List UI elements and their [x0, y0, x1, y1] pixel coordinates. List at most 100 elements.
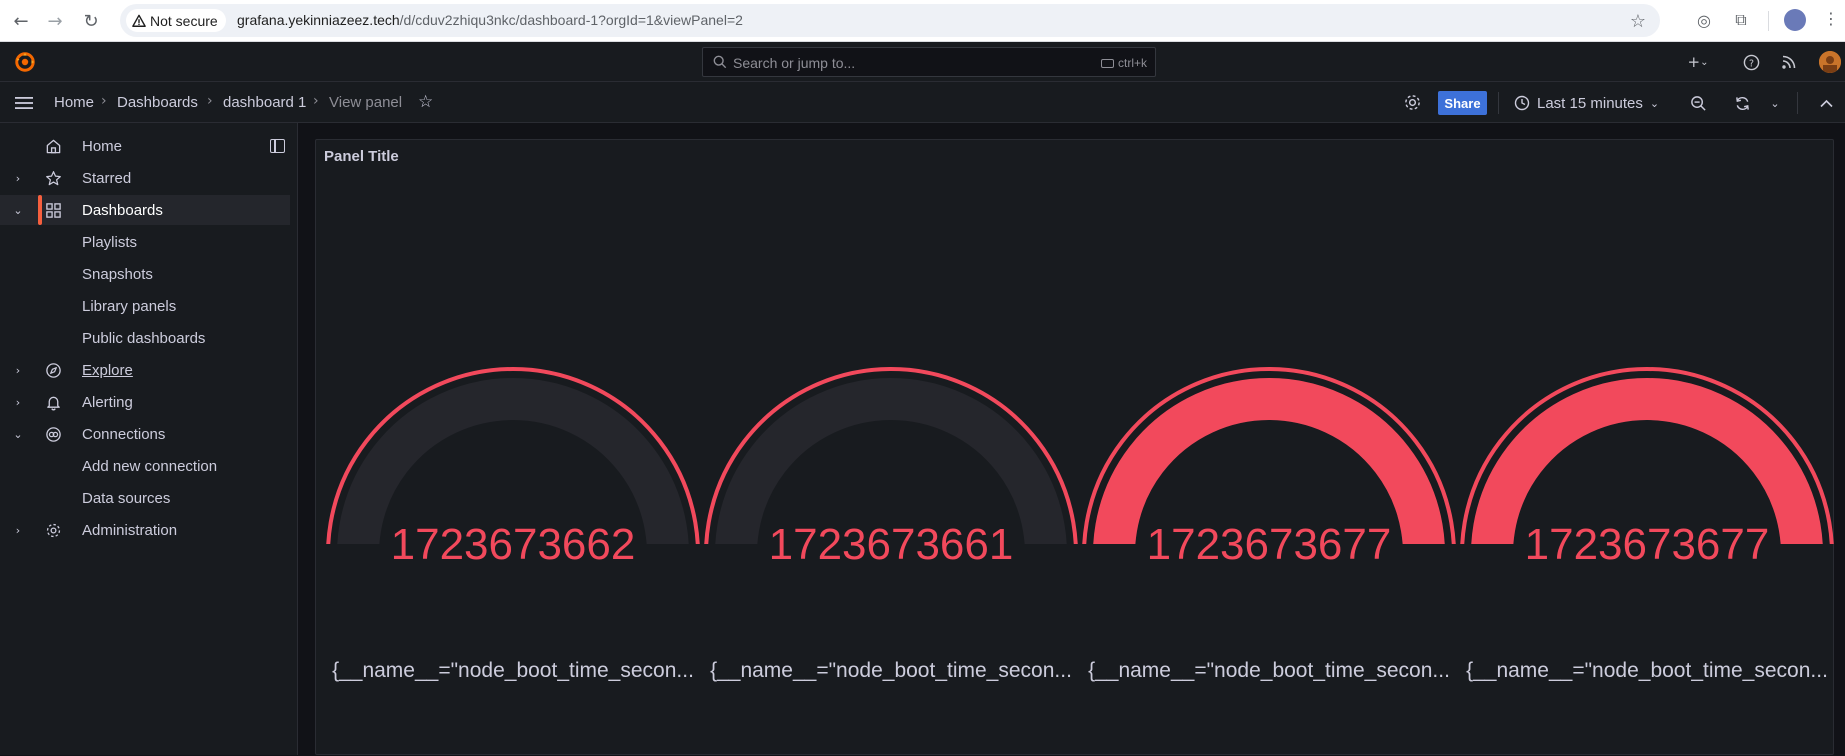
- search-shortcut: ctrl+k: [1100, 56, 1147, 70]
- sidebar-item-add-new-connection[interactable]: Add new connection: [0, 451, 290, 481]
- bookmark-star-icon[interactable]: ☆: [1630, 11, 1646, 32]
- gauge: 1723673677 {__name__="node_boot_time_sec…: [1458, 140, 1836, 756]
- gauge-arc: [326, 367, 700, 544]
- sidebar-item-label: Playlists: [82, 233, 138, 251]
- gauge-value: 1723673662: [390, 520, 636, 569]
- compass-icon: [46, 362, 61, 378]
- sidebar-item-label: Public dashboards: [82, 329, 206, 347]
- sidebar-item-playlists[interactable]: Playlists: [0, 227, 290, 257]
- browser-menu-icon[interactable]: ⋮: [1823, 9, 1839, 28]
- sidebar-item-alerting[interactable]: › Alerting: [0, 387, 290, 417]
- connections-icon: [46, 426, 61, 442]
- sidebar-item-label: Data sources: [82, 489, 171, 507]
- refresh-interval-chevron-icon[interactable]: ⌄: [1767, 93, 1783, 113]
- breadcrumb-current: View panel: [329, 94, 403, 111]
- refresh-icon[interactable]: [1732, 93, 1752, 113]
- gauge: 1723673677 {__name__="node_boot_time_sec…: [1080, 140, 1458, 756]
- bell-icon: [47, 396, 60, 410]
- sidebar-item-snapshots[interactable]: Snapshots: [0, 259, 290, 289]
- dashboard-settings-gear-icon[interactable]: [1403, 93, 1422, 112]
- sidebar-item-label: Dashboards: [82, 201, 163, 219]
- zoom-out-icon[interactable]: [1688, 93, 1708, 113]
- url-text[interactable]: grafana.yekinniazeez.tech/d/cduv2zhiqu3n…: [237, 12, 743, 28]
- url-host: grafana.yekinniazeez.tech: [237, 12, 400, 28]
- sidebar-item-label: Snapshots: [82, 265, 153, 283]
- panel: Panel Title 1723673662 {__name__="node_b…: [315, 139, 1834, 755]
- divider: [1797, 92, 1798, 114]
- reload-icon[interactable]: ↻: [78, 8, 104, 34]
- sidebar-nav: Home › Starred ⌄ Dashboards Playlists Sn…: [0, 123, 298, 755]
- search-input[interactable]: Search or jump to... ctrl+k: [702, 47, 1156, 77]
- user-avatar[interactable]: [1819, 51, 1841, 73]
- chevron-right-icon: ›: [207, 93, 213, 109]
- security-label: Not secure: [150, 12, 218, 29]
- chevron-down-icon[interactable]: ⌄: [12, 204, 24, 217]
- gear-icon: [46, 523, 61, 537]
- home-icon: [46, 139, 61, 153]
- browser-toolbar: ← → ↻ Not secure grafana.yekinniazeez.te…: [0, 0, 1845, 42]
- star-icon: [46, 170, 61, 185]
- breadcrumb-dashboards[interactable]: Dashboards: [117, 94, 198, 111]
- share-button[interactable]: Share: [1438, 91, 1487, 115]
- chevron-right-icon: ›: [313, 93, 319, 109]
- sidebar-item-label: Add new connection: [82, 457, 218, 475]
- collapse-chevron-up-icon[interactable]: [1817, 93, 1835, 113]
- sidebar-item-label: Administration: [82, 521, 178, 539]
- sidebar-item-label: Explore: [82, 361, 133, 379]
- sidebar-item-label: Home: [82, 137, 123, 155]
- back-icon[interactable]: ←: [8, 8, 34, 34]
- dashboards-grid-icon: [46, 202, 61, 218]
- security-indicator[interactable]: Not secure: [126, 9, 226, 32]
- forward-icon[interactable]: →: [42, 8, 68, 34]
- grafana-topbar: Search or jump to... ctrl+k + ⌄ ?: [0, 42, 1845, 82]
- chevron-right-icon[interactable]: ›: [12, 364, 24, 377]
- breadcrumb-dashboard[interactable]: dashboard 1: [223, 94, 306, 111]
- clock-icon: [1514, 95, 1530, 111]
- shortcut-label: ctrl+k: [1117, 56, 1147, 70]
- gauge-value: 1723673677: [1524, 520, 1770, 569]
- time-range-picker[interactable]: Last 15 minutes ⌄: [1514, 91, 1659, 115]
- keyboard-icon: [1100, 58, 1114, 68]
- sidebar-item-label: Connections: [82, 425, 166, 443]
- gauge: 1723673661 {__name__="node_boot_time_sec…: [702, 140, 1080, 756]
- url-path: /d/cduv2zhiqu3nkc/dashboard-1?orgId=1&vi…: [399, 12, 743, 28]
- help-icon[interactable]: ?: [1741, 52, 1761, 72]
- sidebar-item-label: Starred: [82, 169, 132, 187]
- sidebar-item-connections[interactable]: ⌄ Connections: [0, 419, 290, 449]
- address-bar[interactable]: Not secure grafana.yekinniazeez.tech/d/c…: [120, 4, 1660, 37]
- gauge: 1723673662 {__name__="node_boot_time_sec…: [324, 140, 702, 756]
- grafana-logo-icon[interactable]: [14, 51, 36, 73]
- breadcrumb-home[interactable]: Home: [54, 94, 94, 111]
- sidebar-item-administration[interactable]: › Administration: [0, 515, 290, 545]
- sidebar-item-dashboards[interactable]: ⌄ Dashboards: [0, 195, 290, 225]
- sidebar-item-data-sources[interactable]: Data sources: [0, 483, 290, 513]
- gauge-value: 1723673677: [1146, 520, 1392, 569]
- chevron-down-icon[interactable]: ⌄: [12, 428, 24, 441]
- search-icon: [713, 55, 727, 69]
- sidebar-item-starred[interactable]: › Starred: [0, 163, 290, 193]
- news-rss-icon[interactable]: [1779, 52, 1799, 72]
- hamburger-menu-icon[interactable]: [14, 93, 34, 113]
- gauge-label: {__name__="node_boot_time_secon...: [1466, 659, 1828, 682]
- sidebar-item-explore[interactable]: › Explore: [0, 355, 290, 385]
- extension-icon[interactable]: ◎: [1694, 10, 1714, 30]
- mark-favorite-star-icon[interactable]: ☆: [418, 92, 433, 112]
- extensions-puzzle-icon[interactable]: ⧉: [1731, 10, 1751, 30]
- sidebar-item-label: Library panels: [82, 297, 177, 315]
- chevron-right-icon[interactable]: ›: [12, 172, 24, 185]
- sidebar-item-public-dashboards[interactable]: Public dashboards: [0, 323, 290, 353]
- gauge-arc: [704, 367, 1078, 544]
- browser-profile-avatar[interactable]: [1784, 9, 1806, 31]
- sidebar-item-home[interactable]: Home: [0, 131, 290, 161]
- chevron-right-icon[interactable]: ›: [12, 524, 24, 537]
- gauge-arc: [1082, 367, 1456, 544]
- breadcrumb: Home › Dashboards › dashboard 1 › View p…: [0, 82, 1845, 123]
- chevron-right-icon[interactable]: ›: [12, 396, 24, 409]
- new-plus-dropdown-icon[interactable]: + ⌄: [1681, 52, 1715, 72]
- divider: [1768, 11, 1769, 31]
- sidebar-item-library-panels[interactable]: Library panels: [0, 291, 290, 321]
- gauge-value: 1723673661: [768, 520, 1014, 569]
- gauge-label: {__name__="node_boot_time_secon...: [1088, 659, 1450, 682]
- time-range-label: Last 15 minutes: [1537, 94, 1643, 112]
- active-indicator: [38, 195, 42, 225]
